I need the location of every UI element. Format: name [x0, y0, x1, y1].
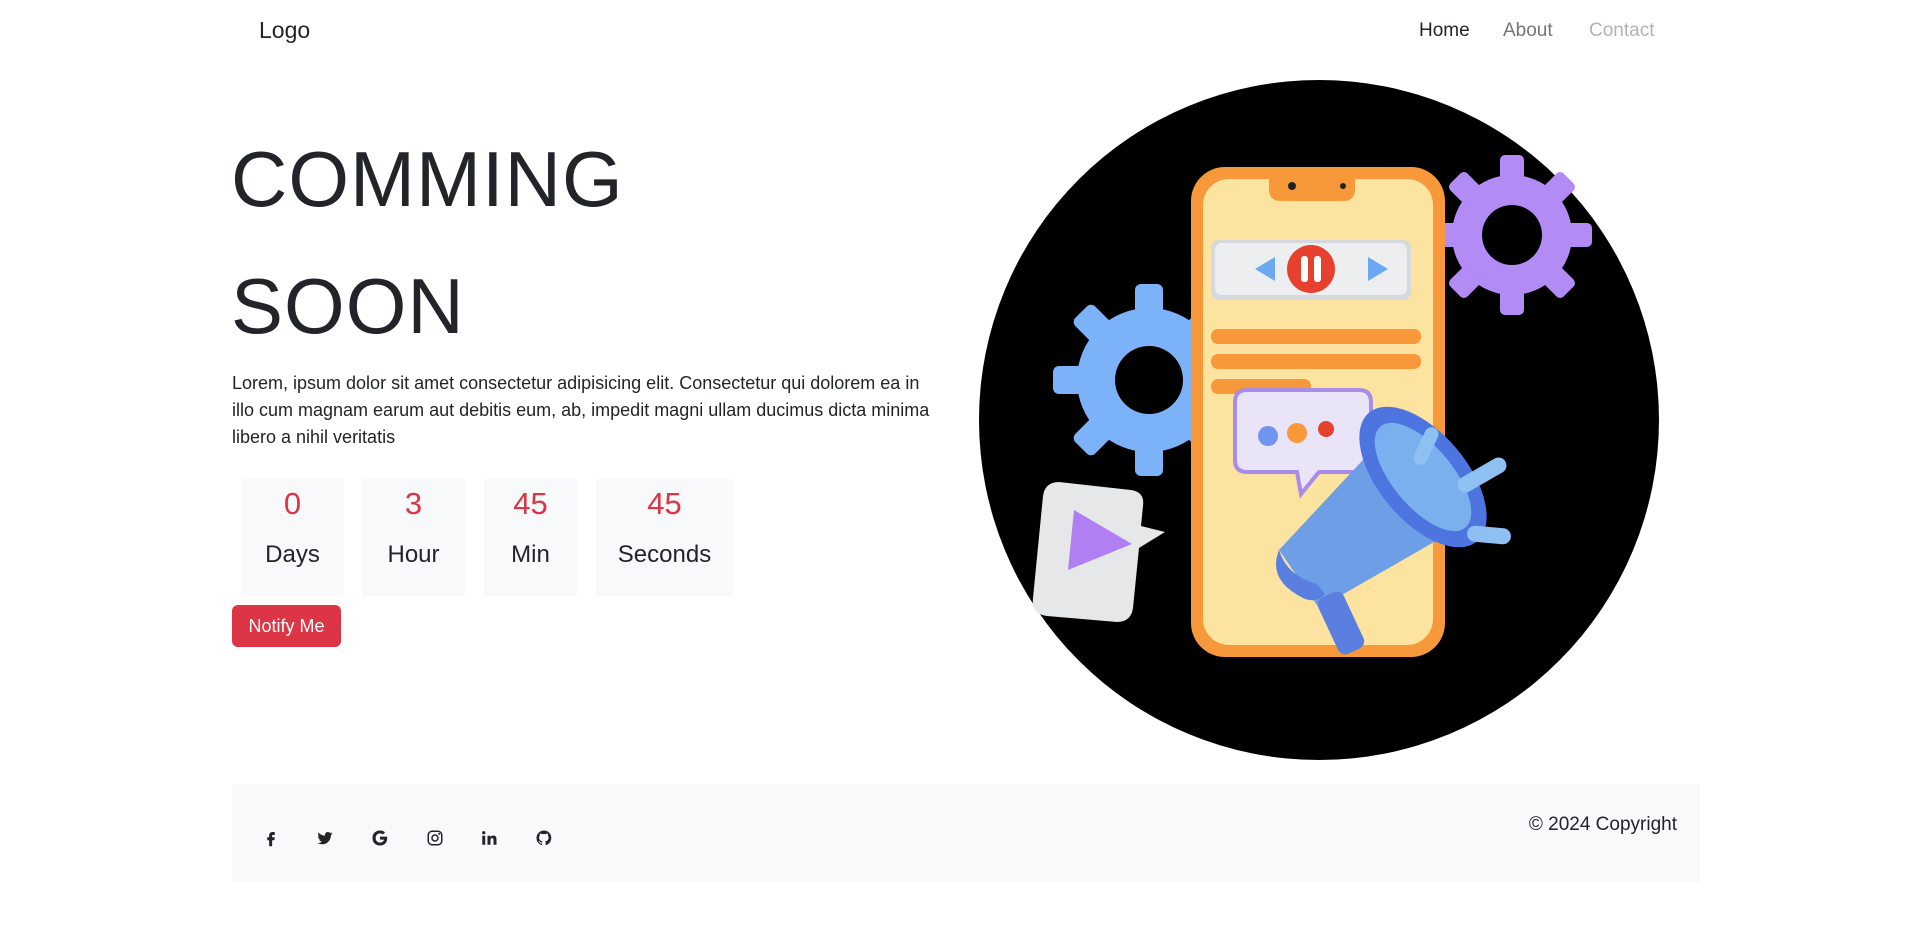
hero-title-line-2: SOON: [231, 262, 465, 350]
nav-link-home[interactable]: Home: [1419, 20, 1470, 42]
countdown-seconds-label: Seconds: [617, 541, 712, 569]
countdown-seconds: 45 Seconds: [596, 479, 733, 596]
instagram-icon[interactable]: [424, 827, 446, 849]
copyright-text: © 2024 Copyright: [1528, 814, 1677, 835]
navbar: Logo Home About Contact: [0, 0, 1918, 62]
countdown-minutes-label: Min: [511, 541, 550, 569]
countdown-hours: 3 Hour: [362, 479, 465, 596]
google-icon[interactable]: [369, 827, 391, 849]
nav-link-contact: Contact: [1589, 20, 1655, 41]
notify-me-button[interactable]: Notify Me: [232, 605, 341, 647]
footer: © 2024 Copyright: [232, 784, 1700, 882]
brand-logo[interactable]: Logo: [259, 17, 310, 44]
countdown-minutes: 45 Min: [484, 479, 577, 596]
linkedin-icon[interactable]: [478, 827, 500, 849]
countdown-hours-value: 3: [404, 486, 423, 521]
facebook-icon[interactable]: [260, 827, 282, 849]
countdown-days: 0 Days: [241, 479, 344, 596]
countdown-minutes-value: 45: [513, 486, 548, 521]
github-icon[interactable]: [533, 827, 555, 849]
countdown-seconds-value: 45: [647, 486, 682, 521]
nav-link-about[interactable]: About: [1503, 20, 1553, 42]
twitter-icon[interactable]: [314, 827, 336, 849]
hero-description: Lorem, ipsum dolor sit amet consectetur …: [232, 373, 930, 447]
countdown-hours-label: Hour: [387, 541, 440, 569]
countdown-days-value: 0: [283, 486, 302, 521]
hero-title-line-1: COMMING: [231, 135, 624, 223]
countdown-days-label: Days: [265, 541, 320, 569]
hero-illustration: [979, 80, 1659, 760]
